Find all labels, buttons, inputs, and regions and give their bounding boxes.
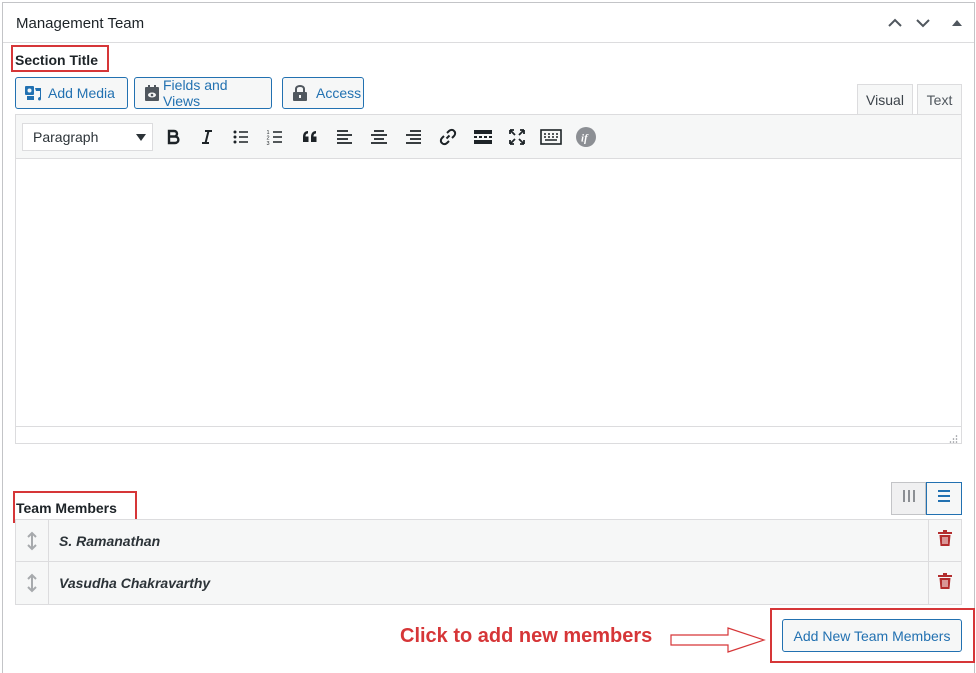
- panel-header: Management Team: [3, 3, 974, 43]
- section-title-label: Section Title: [15, 52, 98, 68]
- numbered-list-icon[interactable]: 1 2 3: [263, 125, 287, 149]
- rows-icon: [936, 488, 952, 509]
- add-media-label: Add Media: [48, 85, 115, 101]
- blockquote-icon[interactable]: [298, 125, 322, 149]
- lock-icon: [292, 84, 308, 102]
- read-more-icon[interactable]: [471, 125, 495, 149]
- drag-handle-icon[interactable]: [16, 520, 49, 561]
- bold-icon[interactable]: [161, 125, 185, 149]
- svg-text:3: 3: [267, 141, 270, 147]
- align-center-icon[interactable]: [367, 125, 391, 149]
- table-layout-button[interactable]: [891, 482, 926, 515]
- columns-icon: [901, 488, 917, 509]
- bullet-list-icon[interactable]: [229, 125, 253, 149]
- delete-row-button[interactable]: [928, 520, 961, 561]
- list-item: S. Ramanathan: [16, 520, 961, 562]
- editor-statusbar: [16, 426, 961, 443]
- align-right-icon[interactable]: [401, 125, 425, 149]
- team-member-name[interactable]: Vasudha Chakravarthy: [59, 575, 210, 591]
- chevron-down-icon: [136, 134, 146, 141]
- move-down-icon[interactable]: [913, 13, 933, 33]
- trash-icon: [938, 572, 952, 594]
- content-editor: Paragraph 1 2 3 if: [15, 114, 962, 444]
- team-member-name[interactable]: S. Ramanathan: [59, 533, 160, 549]
- fields-and-views-label: Fields and Views: [163, 77, 228, 109]
- fields-and-views-icon: [144, 84, 160, 102]
- italic-icon[interactable]: [195, 125, 219, 149]
- fullscreen-icon[interactable]: [505, 125, 529, 149]
- team-members-list: S. Ramanathan Vasudha Chakravarthy: [15, 519, 962, 605]
- tab-text[interactable]: Text: [917, 84, 962, 115]
- access-label: Access: [316, 85, 362, 101]
- add-team-member-button[interactable]: Add New Team Members: [782, 619, 962, 652]
- fields-and-views-button[interactable]: Fields and Views: [134, 77, 272, 109]
- link-icon[interactable]: [436, 125, 460, 149]
- annotation-hint: Click to add new members: [400, 625, 653, 647]
- editor-content-area[interactable]: [16, 159, 961, 427]
- list-item: Vasudha Chakravarthy: [16, 562, 961, 604]
- editor-toolbar: Paragraph 1 2 3 if: [16, 115, 961, 159]
- toolbar-toggle-icon[interactable]: [539, 125, 563, 149]
- arrow-right-icon: [670, 626, 766, 659]
- align-left-icon[interactable]: [333, 125, 357, 149]
- resize-handle-icon[interactable]: [948, 431, 958, 443]
- add-media-icon: [24, 84, 42, 102]
- tab-visual[interactable]: Visual: [857, 84, 913, 115]
- block-layout-button[interactable]: [926, 482, 962, 515]
- format-select-value: Paragraph: [33, 129, 99, 145]
- move-up-icon[interactable]: [885, 13, 905, 33]
- drag-handle-icon[interactable]: [16, 562, 49, 604]
- format-select[interactable]: Paragraph: [22, 123, 153, 151]
- delete-row-button[interactable]: [928, 562, 961, 604]
- conditional-if-icon[interactable]: if: [574, 125, 598, 149]
- panel-title: Management Team: [16, 15, 145, 32]
- team-members-label: Team Members: [16, 500, 117, 516]
- add-media-button[interactable]: Add Media: [15, 77, 128, 109]
- trash-icon: [938, 530, 952, 551]
- collapse-toggle-icon[interactable]: [947, 13, 967, 33]
- access-button[interactable]: Access: [282, 77, 364, 109]
